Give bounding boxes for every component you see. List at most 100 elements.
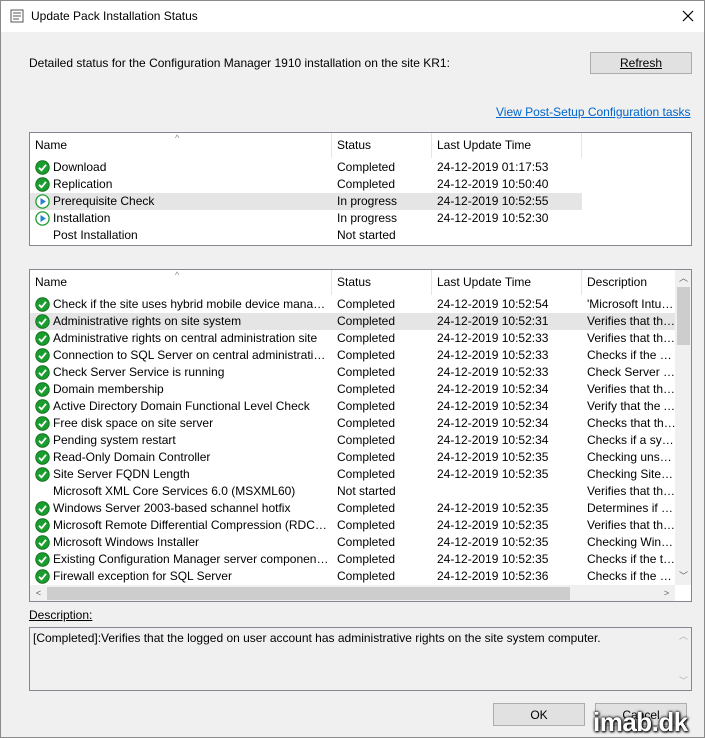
row-time: 24-12-2019 10:50:40 [437,177,549,191]
checks-col-description[interactable]: Description [582,270,676,295]
horizontal-scroll-thumb[interactable] [47,587,570,600]
table-row[interactable]: Administrative rights on central adminis… [30,330,676,347]
row-status: Completed [337,450,396,464]
ok-button[interactable]: OK [493,703,585,726]
row-status: In progress [337,194,398,208]
row-time [437,227,582,244]
steps-col-time[interactable]: Last Update Time [432,133,582,158]
table-row[interactable]: Post Installation Not started [30,227,582,244]
table-row[interactable]: Installation In progress 24-12-2019 10:52:… [30,210,582,227]
table-row[interactable]: Read-Only Domain Controller Completed 24-1… [30,449,676,466]
row-status: Completed [337,569,396,583]
table-row[interactable]: Check if the site uses hybrid mobile dev… [30,296,676,313]
checks-horizontal-scrollbar[interactable]: < > [30,585,675,601]
prereq-checks-list[interactable]: Name ^ Status Last Update Time Descripti… [29,269,692,602]
table-row[interactable]: Administrative rights on site system Comp… [30,313,676,330]
description-label: Description: [29,608,92,622]
desc-scroll-up-icon[interactable]: ︿ [675,628,692,645]
row-status: Completed [337,297,396,311]
table-row[interactable]: Microsoft Windows Installer Completed 24-1… [30,534,676,551]
row-name: Installation [53,211,111,225]
post-setup-tasks-link[interactable]: View Post-Setup Configuration tasks [496,105,691,119]
row-name: Post Installation [53,228,138,242]
row-status: Completed [337,331,396,345]
row-desc: Checking Site Serv [587,467,676,481]
row-name: Existing Configuration Manager server co… [53,552,330,566]
checks-vertical-scrollbar[interactable]: ︿ ﹀ [675,270,691,585]
description-text: [Completed]:Verifies that the logged on … [33,631,601,645]
scroll-down-icon[interactable]: ﹀ [675,568,691,585]
completed-check-icon [35,348,50,363]
table-row[interactable]: Connection to SQL Server on central admi… [30,347,676,364]
table-row[interactable]: Windows Server 2003-based schannel hotfi… [30,500,676,517]
steps-col-name[interactable]: Name ^ [30,133,332,158]
completed-check-icon [35,365,50,380]
table-row[interactable]: Domain membership Completed 24-12-2019 10:… [30,381,676,398]
vertical-scroll-thumb[interactable] [677,287,690,345]
row-time: 24-12-2019 10:52:54 [437,297,549,311]
table-row[interactable]: Existing Configuration Manager server co… [30,551,676,568]
table-row[interactable]: Check Server Service is running Completed… [30,364,676,381]
table-row[interactable]: Microsoft Remote Differential Compressio… [30,517,676,534]
refresh-button-label: Refresh [619,56,663,70]
row-status: Not started [337,228,396,242]
completed-check-icon [35,382,50,397]
desc-scroll-down-icon[interactable]: ﹀ [675,673,692,690]
row-desc: Verifies that the us [587,331,676,345]
install-steps-list[interactable]: Name ^ Status Last Update Time Download C… [29,132,692,246]
scroll-left-icon[interactable]: < [30,585,47,601]
table-row[interactable]: Site Server FQDN Length Completed 24-12-20… [30,466,676,483]
scroll-right-icon[interactable]: > [658,585,675,601]
row-status: Completed [337,501,396,515]
row-time: 24-12-2019 10:52:35 [437,501,549,515]
row-time: 24-12-2019 10:52:34 [437,433,549,447]
completed-check-icon [35,552,50,567]
row-name: Check Server Service is running [53,365,225,379]
row-name: Replication [53,177,113,191]
row-desc: Verifies that the Mi [587,518,676,532]
table-row[interactable]: Download Completed 24-12-2019 01:17:53 [30,159,582,176]
table-row[interactable]: Free disk space on site server Completed 2… [30,415,676,432]
table-row[interactable]: Pending system restart Completed 24-12-201… [30,432,676,449]
table-row[interactable]: Microsoft XML Core Services 6.0 (MSXML60… [30,483,676,500]
steps-col-time-label: Last Update Time [437,138,532,152]
row-status: Completed [337,399,396,413]
row-desc: Checks if the Wind [587,569,676,583]
close-button[interactable] [673,3,703,29]
description-textbox[interactable]: [Completed]:Verifies that the logged on … [29,627,692,691]
row-desc: 'Microsoft Intune S [587,297,676,311]
checks-col-description-label: Description [587,275,648,289]
table-row[interactable]: Replication Completed 24-12-2019 10:50:40 [30,176,582,193]
table-row[interactable]: Prerequisite Check In progress 24-12-2019 … [30,193,582,210]
completed-check-icon [35,297,50,312]
table-row[interactable]: Firewall exception for SQL Server Complet… [30,568,676,585]
completed-check-icon [35,160,50,175]
row-name: Pending system restart [53,433,176,447]
checks-col-status[interactable]: Status [332,270,432,295]
table-row[interactable]: Active Directory Domain Functional Level… [30,398,676,415]
completed-check-icon [35,416,50,431]
steps-col-status[interactable]: Status [332,133,432,158]
row-time: 24-12-2019 10:52:35 [437,518,549,532]
completed-check-icon [35,314,50,329]
title-bar: Update Pack Installation Status [1,1,704,32]
row-name: Active Directory Domain Functional Level… [53,399,310,413]
steps-col-name-label: Name [35,138,68,152]
row-name: Domain membership [53,382,164,396]
checks-col-name[interactable]: Name ^ [30,270,332,295]
row-status: Completed [337,433,396,447]
row-name: Check if the site uses hybrid mobile dev… [53,297,330,311]
checks-col-time[interactable]: Last Update Time [432,270,582,295]
row-name: Firewall exception for SQL Server [53,569,232,583]
refresh-button[interactable]: Refresh [590,52,692,74]
row-name: Prerequisite Check [53,194,155,208]
row-time: 24-12-2019 10:52:33 [437,331,549,345]
row-status: Completed [337,365,396,379]
scroll-up-icon[interactable]: ︿ [675,270,691,287]
row-status: Completed [337,348,396,362]
row-desc: Verifies that the log [587,314,676,328]
description-label-text: Description: [29,608,93,622]
row-name: Administrative rights on central adminis… [53,331,318,345]
completed-check-icon [35,518,50,533]
row-status: Completed [337,518,396,532]
